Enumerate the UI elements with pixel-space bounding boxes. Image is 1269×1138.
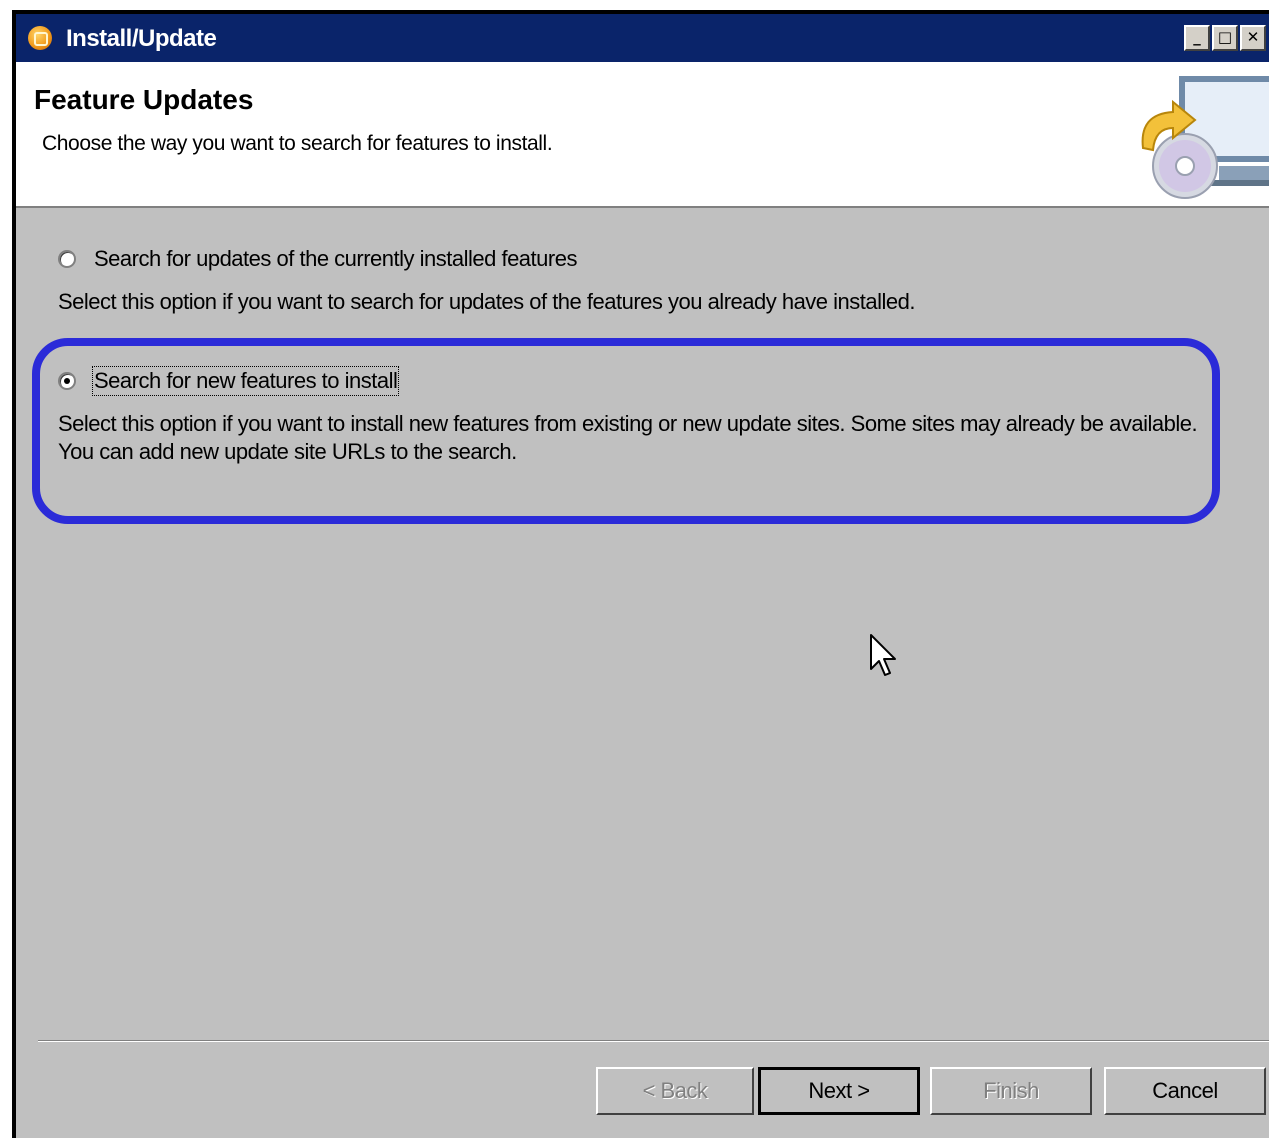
option-updates[interactable]: Search for updates of the currently inst… <box>58 246 577 272</box>
minimize-button[interactable]: _ <box>1184 25 1210 51</box>
page-description: Choose the way you want to search for fe… <box>42 132 553 155</box>
radio-updates[interactable] <box>58 250 76 268</box>
option-new-features[interactable]: Search for new features to install <box>58 366 400 396</box>
mouse-cursor-icon <box>870 634 896 676</box>
option-new-features-description: Select this option if you want to instal… <box>58 411 1198 464</box>
radio-new-features[interactable] <box>58 372 76 390</box>
back-button[interactable]: < Back <box>596 1067 754 1115</box>
finish-button[interactable]: Finish <box>930 1067 1092 1115</box>
option-new-features-label[interactable]: Search for new features to install <box>91 366 400 396</box>
wizard-header: Feature Updates Choose the way you want … <box>16 62 1269 208</box>
footer-separator <box>38 1040 1269 1042</box>
option-updates-label[interactable]: Search for updates of the currently inst… <box>94 246 577 272</box>
title-bar[interactable]: Install/Update _ □ ✕ <box>16 14 1269 62</box>
close-button[interactable]: ✕ <box>1240 25 1266 51</box>
page-title: Feature Updates <box>34 84 254 115</box>
option-updates-description: Select this option if you want to search… <box>58 289 916 314</box>
window-title: Install/Update <box>66 25 217 52</box>
install-wizard-graphic-icon <box>1141 76 1269 199</box>
maximize-button[interactable]: □ <box>1212 25 1238 51</box>
install-update-window: Install/Update _ □ ✕ Feature Updates Cho… <box>12 10 1269 1138</box>
next-button[interactable]: Next > <box>758 1067 920 1115</box>
cancel-button[interactable]: Cancel <box>1104 1067 1266 1115</box>
eclipse-update-icon <box>28 26 52 50</box>
